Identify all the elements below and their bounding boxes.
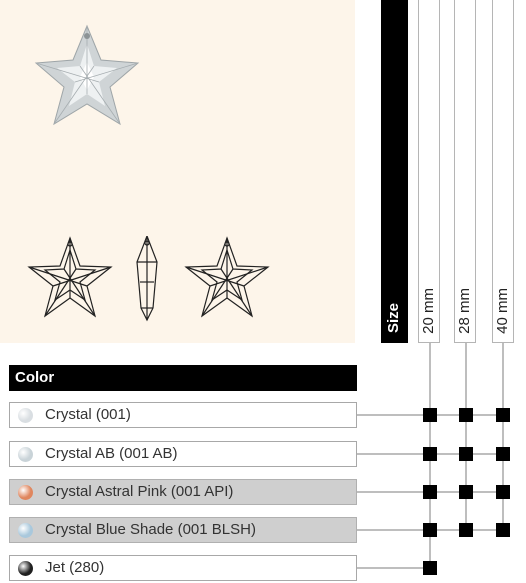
product-image-panel <box>0 0 355 343</box>
size-column-40mm: 40 mm <box>492 0 514 343</box>
availability-marker <box>459 408 473 422</box>
star-crystal-photo-icon <box>34 24 140 126</box>
availability-marker <box>459 485 473 499</box>
color-row-jet: Jet (280) <box>9 555 357 581</box>
color-header-label: Color <box>15 369 55 386</box>
size-label-40mm: 40 mm <box>494 288 511 334</box>
color-row-crystal: Crystal (001) <box>9 402 357 428</box>
color-row-crystal-ab: Crystal AB (001 AB) <box>9 441 357 467</box>
availability-marker <box>496 408 510 422</box>
color-row-crystal-astral-pink: Crystal Astral Pink (001 API) <box>9 479 357 505</box>
availability-marker <box>496 523 510 537</box>
availability-marker <box>423 561 437 575</box>
color-label: Crystal Astral Pink (001 API) <box>45 483 234 500</box>
availability-marker <box>423 485 437 499</box>
crystal-blue-shade-swatch-icon <box>18 523 33 538</box>
crystal-ab-swatch-icon <box>18 447 33 462</box>
size-label-28mm: 28 mm <box>456 288 473 334</box>
availability-marker <box>496 447 510 461</box>
color-label: Crystal AB (001 AB) <box>45 445 178 462</box>
availability-marker <box>459 447 473 461</box>
crystal-astral-pink-swatch-icon <box>18 485 33 500</box>
availability-marker <box>423 408 437 422</box>
color-header: Color <box>9 365 357 391</box>
availability-marker <box>423 523 437 537</box>
availability-marker <box>423 447 437 461</box>
color-row-crystal-blue-shade: Crystal Blue Shade (001 BLSH) <box>9 517 357 543</box>
size-header: Size <box>381 0 408 343</box>
size-label-20mm: 20 mm <box>420 288 437 334</box>
size-column-20mm: 20 mm <box>418 0 440 343</box>
availability-marker <box>496 485 510 499</box>
size-column-28mm: 28 mm <box>454 0 476 343</box>
crystal-swatch-icon <box>18 408 33 423</box>
color-label: Crystal (001) <box>45 406 131 423</box>
availability-marker <box>459 523 473 537</box>
star-line-drawings-icon <box>27 236 270 322</box>
color-label: Jet (280) <box>45 559 105 576</box>
color-label: Crystal Blue Shade (001 BLSH) <box>45 521 256 538</box>
size-header-label: Size <box>385 302 402 333</box>
jet-swatch-icon <box>18 561 33 576</box>
